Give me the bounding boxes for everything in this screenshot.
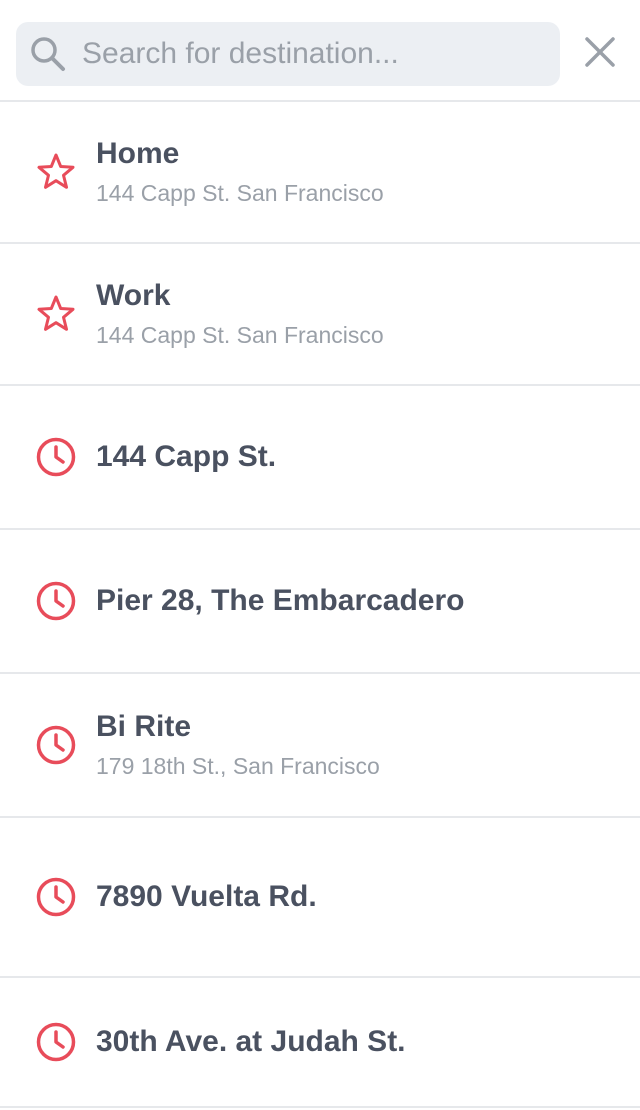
list-item-home[interactable]: Home 144 Capp St. San Francisco — [0, 102, 640, 244]
item-title: 144 Capp St. — [96, 440, 277, 473]
item-title: Bi Rite — [96, 710, 192, 743]
star-icon — [34, 150, 78, 194]
search-header — [0, 0, 640, 102]
item-title: 30th Ave. at Judah St. — [96, 1025, 406, 1058]
clock-icon — [34, 435, 78, 479]
item-title: Work — [96, 279, 171, 312]
item-subtitle: 144 Capp St. San Francisco — [96, 322, 384, 348]
item-title: 7890 Vuelta Rd. — [96, 880, 317, 913]
close-icon — [584, 36, 616, 73]
close-button[interactable] — [578, 32, 622, 76]
list-item-work[interactable]: Work 144 Capp St. San Francisco — [0, 244, 640, 386]
list-item-recent[interactable]: Pier 28, The Embarcadero — [0, 530, 640, 674]
search-box[interactable] — [16, 22, 560, 86]
clock-icon — [34, 1020, 78, 1064]
list-item-recent[interactable]: 30th Ave. at Judah St. — [0, 978, 640, 1108]
clock-icon — [34, 579, 78, 623]
list-item-recent[interactable]: 144 Capp St. — [0, 386, 640, 530]
search-icon — [28, 34, 68, 74]
list-item-recent[interactable]: 7890 Vuelta Rd. — [0, 818, 640, 978]
destination-list: Home 144 Capp St. San Francisco Work 144… — [0, 102, 640, 1108]
clock-icon — [34, 723, 78, 767]
item-subtitle: 179 18th St., San Francisco — [96, 753, 380, 779]
search-input[interactable] — [82, 22, 560, 86]
item-subtitle: 144 Capp St. San Francisco — [96, 180, 384, 206]
clock-icon — [34, 875, 78, 919]
star-icon — [34, 292, 78, 336]
item-title: Home — [96, 137, 180, 170]
list-item-recent[interactable]: Bi Rite 179 18th St., San Francisco — [0, 674, 640, 818]
item-title: Pier 28, The Embarcadero — [96, 584, 465, 617]
